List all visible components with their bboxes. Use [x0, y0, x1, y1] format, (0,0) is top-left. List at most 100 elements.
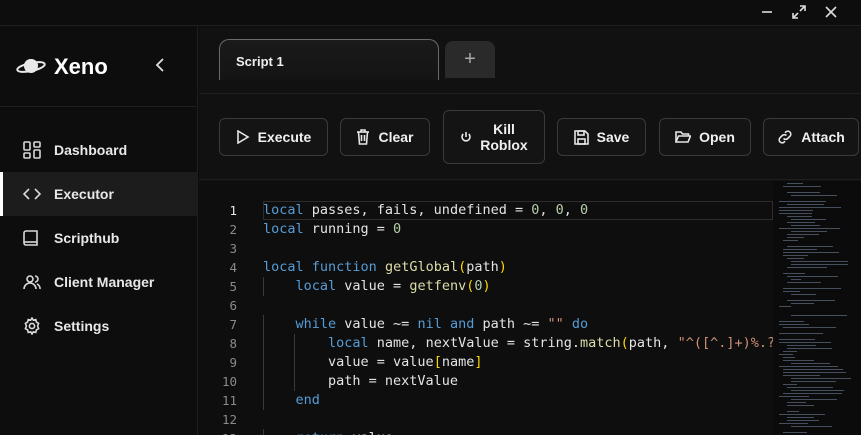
minimap-line [783, 186, 821, 187]
tab-script-1[interactable]: Script 1 [219, 39, 439, 80]
attach-button[interactable]: Attach [763, 118, 859, 156]
code-line[interactable] [263, 296, 773, 315]
sidebar-item-dashboard[interactable]: Dashboard [0, 128, 198, 172]
trash-icon [357, 129, 370, 145]
minimap-line [783, 384, 798, 385]
sidebar-item-settings[interactable]: Settings [0, 304, 198, 348]
tab-label: Script 1 [236, 54, 284, 69]
minimap-line [779, 306, 792, 307]
minimap-line [779, 414, 826, 415]
minimap-line [783, 360, 814, 361]
minimap[interactable] [773, 181, 861, 435]
sidebar-item-label: Dashboard [54, 142, 128, 158]
minimap-line [791, 399, 838, 400]
save-label: Save [596, 129, 630, 145]
title-bar [0, 0, 861, 26]
indent-guide [263, 315, 264, 334]
minimap-line [787, 300, 836, 301]
code-line[interactable]: return value [263, 429, 773, 435]
maximize-icon[interactable] [788, 3, 810, 21]
code-area[interactable]: local passes, fails, undefined = 0, 0, 0… [263, 201, 773, 435]
line-number: 11 [221, 393, 237, 408]
minimap-line [791, 231, 827, 232]
close-icon[interactable] [820, 3, 842, 21]
power-icon [461, 132, 472, 142]
minimap-line [779, 213, 813, 214]
minimap-line [791, 279, 802, 280]
code-icon [22, 184, 42, 204]
minimap-line [779, 201, 826, 202]
code-line[interactable]: value = value[name] [263, 353, 773, 372]
minimap-line [787, 222, 816, 223]
gear-icon [22, 316, 42, 336]
minimap-line [779, 207, 841, 208]
minimap-line [791, 426, 833, 427]
sidebar-item-executor[interactable]: Executor [0, 172, 198, 216]
minimap-line [779, 396, 810, 397]
minimap-line [779, 228, 840, 229]
minimap-line [783, 288, 841, 289]
code-line[interactable] [263, 410, 773, 429]
minimap-line [791, 363, 831, 364]
sidebar: Xeno Dashboard Executor Scripthub Client… [0, 27, 198, 435]
sidebar-nav: Dashboard Executor Scripthub Client Mana… [0, 128, 198, 348]
minimap-line [783, 357, 795, 358]
minimap-line [791, 264, 849, 265]
code-line[interactable]: while value ~= nil and path ~= "" do [263, 315, 773, 334]
open-button[interactable]: Open [659, 118, 751, 156]
line-number: 5 [229, 279, 237, 294]
save-icon [573, 129, 589, 145]
add-tab-button[interactable]: + [445, 41, 495, 78]
code-line[interactable]: local running = 0 [263, 220, 773, 239]
minimap-line [783, 273, 805, 274]
app-title: Xeno [54, 54, 108, 79]
code-line[interactable]: local name, nextValue = string.match(pat… [263, 334, 773, 353]
minimap-line [787, 183, 804, 184]
minimap-line [779, 354, 793, 355]
minimap-line [783, 240, 798, 241]
indent-guide [294, 353, 295, 372]
chevron-left-icon[interactable] [150, 55, 170, 75]
line-number: 13 [199, 429, 247, 435]
kill-roblox-button[interactable]: Kill Roblox [443, 110, 545, 164]
code-line[interactable]: local function getGlobal(path) [263, 258, 773, 277]
execute-button[interactable]: Execute [219, 118, 328, 156]
minimap-line [779, 423, 808, 424]
minimap-line [787, 420, 819, 421]
minimap-line [791, 225, 821, 226]
minimize-icon[interactable] [756, 3, 778, 21]
minimap-line [787, 348, 833, 349]
sidebar-item-label: Scripthub [54, 230, 120, 246]
line-number: 4 [229, 260, 237, 275]
clear-button[interactable]: Clear [340, 118, 430, 156]
minimap-line [787, 246, 833, 247]
minimap-line [787, 192, 820, 193]
code-editor[interactable]: 1 2 3 4 5 6 7 8 9 10 11 12 13 local pass… [199, 181, 861, 435]
minimap-line [791, 381, 836, 382]
line-number: 3 [229, 241, 237, 256]
indent-guide [294, 334, 295, 353]
save-button[interactable]: Save [557, 118, 646, 156]
code-line[interactable]: local passes, fails, undefined = 0, 0, 0 [263, 201, 773, 220]
minimap-line [787, 234, 820, 235]
minimap-line [779, 333, 824, 334]
line-number: 12 [221, 412, 237, 427]
line-number: 2 [229, 222, 237, 237]
indent-guide [263, 372, 264, 391]
sidebar-item-scripthub[interactable]: Scripthub [0, 216, 198, 260]
code-line[interactable]: end [263, 391, 773, 410]
attach-label: Attach [801, 129, 845, 145]
minimap-line [791, 294, 816, 295]
minimap-line [779, 366, 839, 367]
code-line[interactable]: local value = getfenv(0) [263, 277, 773, 296]
execute-label: Execute [257, 129, 312, 145]
sidebar-item-client-manager[interactable]: Client Manager [0, 260, 198, 304]
minimap-line [783, 393, 842, 394]
code-line[interactable]: path = nextValue [263, 372, 773, 391]
minimap-line [779, 324, 809, 325]
minimap-line [787, 405, 815, 406]
minimap-line [783, 249, 818, 250]
users-icon [22, 272, 42, 292]
code-line[interactable] [263, 239, 773, 258]
minimap-line [779, 321, 805, 322]
